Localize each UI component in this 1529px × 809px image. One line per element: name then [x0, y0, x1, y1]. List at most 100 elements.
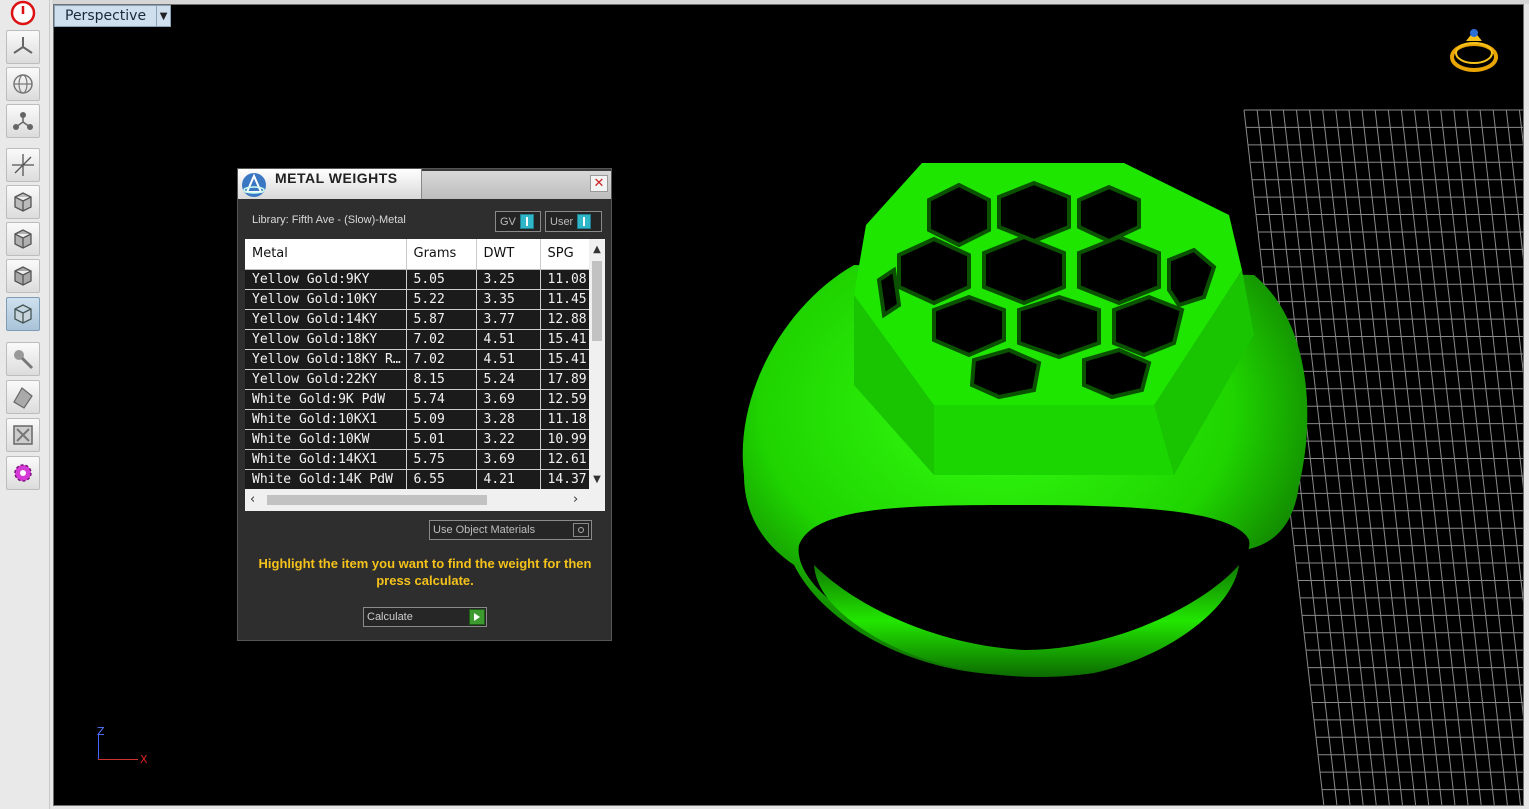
left-toolbar: [0, 0, 50, 809]
toggle-switch-icon: [519, 214, 534, 229]
spg-cell: 12.59: [540, 389, 590, 410]
scroll-left-icon[interactable]: ‹: [250, 492, 255, 507]
cube-view-1-icon[interactable]: [6, 185, 40, 219]
grams-cell: 7.02: [406, 349, 477, 370]
dwt-cell: 3.22: [476, 429, 541, 450]
vertical-scrollbar[interactable]: ▲ ▼: [589, 239, 605, 489]
grams-cell: 5.74: [406, 389, 477, 410]
grams-cell: 5.05: [406, 269, 477, 290]
gv-toggle[interactable]: GV: [495, 211, 541, 232]
dwt-cell: 3.35: [476, 289, 541, 310]
close-icon[interactable]: ✕: [590, 175, 608, 192]
grams-cell: 5.87: [406, 309, 477, 330]
table-row[interactable]: White Gold:9K PdW 5.74 3.69 12.59: [245, 389, 590, 410]
column-header-dwt[interactable]: DWT: [476, 239, 541, 270]
metal-cell: White Gold:14K PdW: [245, 469, 407, 490]
calculate-button[interactable]: Calculate: [363, 607, 487, 627]
render-icon[interactable]: [6, 342, 40, 376]
axis-indicator: Z X: [96, 725, 156, 770]
metal-cell: Yellow Gold:9KY: [245, 269, 407, 290]
spg-cell: 11.18: [540, 409, 590, 430]
table-row[interactable]: Yellow Gold:10KY 5.22 3.35 11.45: [245, 289, 590, 310]
chevron-down-icon[interactable]: ▼: [157, 5, 172, 27]
table-row[interactable]: White Gold:10KW 5.01 3.22 10.99: [245, 429, 590, 450]
dwt-cell: 3.69: [476, 389, 541, 410]
grams-cell: 7.02: [406, 329, 477, 350]
dwt-cell: 3.69: [476, 449, 541, 470]
metal-cell: Yellow Gold:10KY: [245, 289, 407, 310]
grams-cell: 8.15: [406, 369, 477, 390]
spg-cell: 12.88: [540, 309, 590, 330]
toggle-switch-icon: [577, 214, 592, 229]
user-toggle[interactable]: User: [545, 211, 602, 232]
scroll-thumb[interactable]: [592, 261, 602, 341]
dwt-cell: 5.24: [476, 369, 541, 390]
metal-cell: White Gold:9K PdW: [245, 389, 407, 410]
play-icon[interactable]: [469, 609, 485, 625]
metal-weights-dialog: METAL WEIGHTS ✕ Library: Fifth Ave - (Sl…: [237, 168, 612, 641]
matrix-logo-icon: [242, 173, 266, 197]
metal-cell: Yellow Gold:18KY: [245, 329, 407, 350]
radio-icon[interactable]: [573, 523, 589, 537]
table-row[interactable]: White Gold:14K PdW 6.55 4.21 14.37: [245, 469, 590, 490]
globe-icon[interactable]: [6, 67, 40, 101]
axis-x-label: X: [140, 753, 148, 766]
nodes-icon[interactable]: [6, 104, 40, 138]
spg-cell: 11.45: [540, 289, 590, 310]
dialog-title: METAL WEIGHTS: [275, 170, 398, 186]
scroll-right-icon[interactable]: ›: [573, 492, 578, 507]
view-selector[interactable]: Perspective ▼: [54, 5, 172, 27]
scroll-down-icon[interactable]: ▼: [589, 471, 605, 487]
cube-view-2-icon[interactable]: [6, 222, 40, 256]
dialog-title-bar[interactable]: METAL WEIGHTS ✕: [238, 169, 611, 199]
dwt-cell: 4.51: [476, 329, 541, 350]
dwt-cell: 4.21: [476, 469, 541, 490]
metal-cell: Yellow Gold:18KY R...: [245, 349, 407, 370]
table-row[interactable]: White Gold:10KX1 5.09 3.28 11.18: [245, 409, 590, 430]
tools-icon[interactable]: [6, 418, 40, 452]
grams-cell: 5.01: [406, 429, 477, 450]
transform-axes-icon[interactable]: [6, 148, 40, 182]
materials-icon[interactable]: [6, 380, 40, 414]
metal-cell: Yellow Gold:14KY: [245, 309, 407, 330]
cube-view-4-icon[interactable]: [6, 297, 40, 331]
gv-toggle-label: GV: [500, 215, 516, 228]
scroll-up-icon[interactable]: ▲: [589, 241, 605, 257]
scroll-thumb[interactable]: [267, 495, 487, 505]
dwt-cell: 3.77: [476, 309, 541, 330]
dwt-cell: 4.51: [476, 349, 541, 370]
spg-cell: 11.08: [540, 269, 590, 290]
table-row[interactable]: Yellow Gold:9KY 5.05 3.25 11.08: [245, 269, 590, 290]
propeller-icon[interactable]: [6, 30, 40, 64]
metal-cell: Yellow Gold:22KY: [245, 369, 407, 390]
metal-cell: White Gold:10KX1: [245, 409, 407, 430]
app-window: Perspective ▼ Z X METAL WEIGHTS ✕ Librar…: [0, 0, 1529, 809]
use-object-materials-toggle[interactable]: Use Object Materials: [429, 520, 592, 540]
view-name-label[interactable]: Perspective: [54, 5, 158, 27]
dwt-cell: 3.25: [476, 269, 541, 290]
horizontal-scrollbar[interactable]: ‹ ›: [245, 489, 605, 511]
table-row[interactable]: Yellow Gold:14KY 5.87 3.77 12.88: [245, 309, 590, 330]
plugin-gear-icon[interactable]: [6, 456, 40, 490]
column-header-metal[interactable]: Metal: [245, 239, 407, 270]
spg-cell: 10.99: [540, 429, 590, 450]
spg-cell: 15.41: [540, 349, 590, 370]
table-row[interactable]: White Gold:14KX1 5.75 3.69 12.61: [245, 449, 590, 470]
metal-cell: White Gold:10KW: [245, 429, 407, 450]
table-row[interactable]: Yellow Gold:22KY 8.15 5.24 17.89: [245, 369, 590, 390]
cube-view-3-icon[interactable]: [6, 259, 40, 293]
grams-cell: 5.22: [406, 289, 477, 310]
calculate-label: Calculate: [367, 611, 413, 623]
spg-cell: 17.89: [540, 369, 590, 390]
ring-navigator-icon[interactable]: [1446, 23, 1502, 79]
table-row[interactable]: Yellow Gold:18KY R... 7.02 4.51 15.41: [245, 349, 590, 370]
metal-table[interactable]: Metal Grams DWT SPG Yellow Gold:9KY 5.05 3…: [245, 239, 605, 511]
library-label: Library: Fifth Ave - (Slow)-Metal: [252, 214, 406, 226]
spg-cell: 14.37: [540, 469, 590, 490]
dwt-cell: 3.28: [476, 409, 541, 430]
column-header-grams[interactable]: Grams: [406, 239, 477, 270]
spg-cell: 12.61: [540, 449, 590, 470]
table-row[interactable]: Yellow Gold:18KY 7.02 4.51 15.41: [245, 329, 590, 350]
power-icon[interactable]: [6, 0, 40, 30]
column-header-spg[interactable]: SPG: [540, 239, 590, 270]
